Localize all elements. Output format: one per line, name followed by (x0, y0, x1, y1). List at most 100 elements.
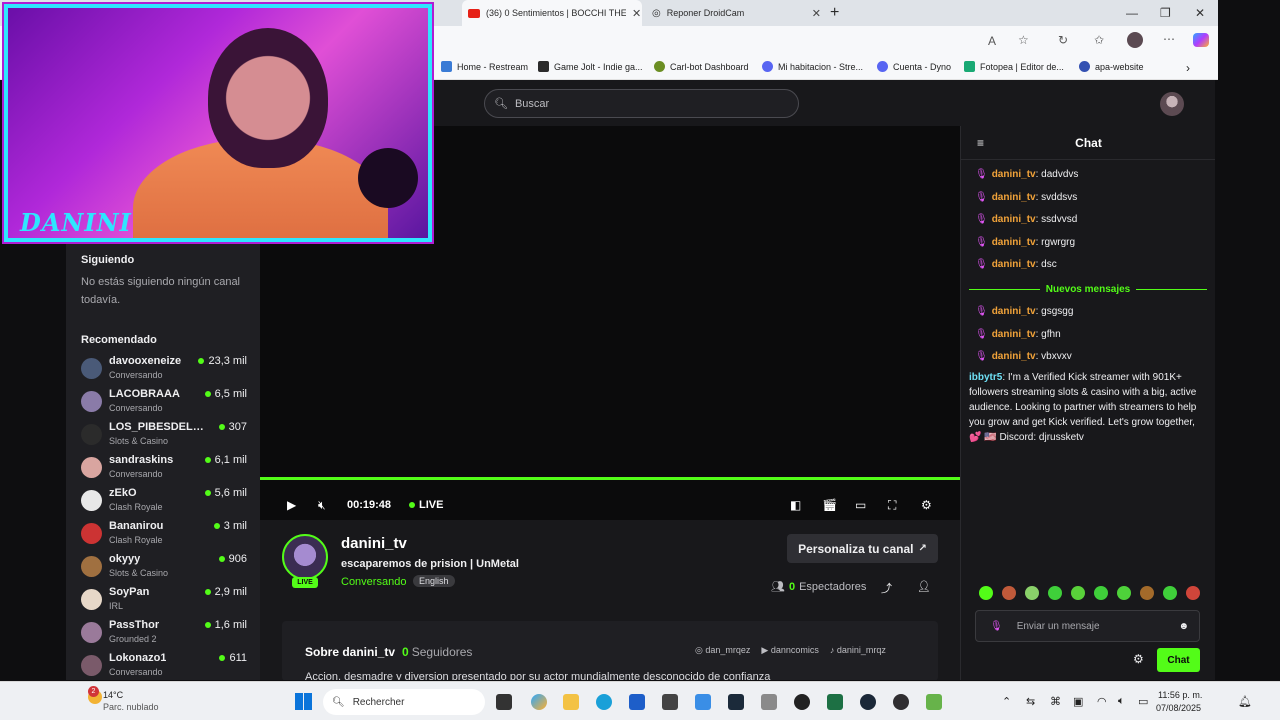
channel-avatar[interactable] (282, 534, 328, 580)
tray-overflow-icon[interactable]: ⌃ (1002, 695, 1011, 708)
emote-icon[interactable] (1140, 586, 1154, 600)
favorite-star-icon[interactable]: ☆ (1018, 33, 1029, 47)
battery-icon[interactable]: ▭ (1138, 695, 1148, 708)
user-avatar[interactable] (1160, 92, 1184, 116)
settings-gear-icon[interactable]: ⚙ (921, 498, 932, 512)
channel-name[interactable]: danini_tv (341, 535, 407, 552)
bookmark-item[interactable]: apa-website (1079, 61, 1144, 72)
cloud-icon[interactable] (695, 694, 711, 710)
copilot-app-icon[interactable] (531, 694, 547, 710)
tab-droidcam[interactable]: ◎ Reponer DroidCam ✕ (646, 0, 821, 26)
copilot-icon[interactable] (1193, 33, 1209, 47)
add-user-icon[interactable]: 👤︎ (917, 580, 931, 593)
close-tab-icon[interactable]: ✕ (812, 7, 821, 20)
customize-channel-button[interactable]: Personaliza tu canal ↗ (787, 534, 938, 563)
chat-username[interactable]: danini_tv (992, 259, 1036, 270)
android-icon[interactable] (926, 694, 942, 710)
wifi-icon[interactable]: ◠ (1097, 695, 1107, 708)
obs-icon[interactable] (893, 694, 909, 710)
file-explorer-icon[interactable] (496, 694, 512, 710)
chat-message-input[interactable]: 🎙︎ Enviar un mensaje ☻ (975, 610, 1200, 642)
maximize-icon[interactable]: ❐ (1160, 6, 1171, 20)
chevron-right-icon[interactable]: › (1186, 61, 1190, 75)
bookmark-item[interactable]: Cuenta - Dyno (877, 61, 951, 72)
headphones-icon[interactable] (794, 694, 810, 710)
miniplayer-icon[interactable]: ◧ (790, 498, 801, 512)
fullscreen-icon[interactable]: ⛶ (888, 498, 896, 513)
chat-username[interactable]: danini_tv (992, 214, 1036, 225)
sidebar-channel-item[interactable]: zEkO Clash Royale 5,6 mil (81, 487, 253, 517)
refresh-icon[interactable]: ↻ (1058, 33, 1068, 47)
folder-icon[interactable] (563, 694, 579, 710)
chat-username[interactable]: danini_tv (992, 237, 1036, 248)
chat-username[interactable]: danini_tv (992, 306, 1036, 317)
excel-icon[interactable] (827, 694, 843, 710)
theater-mode-icon[interactable]: ▭ (855, 498, 866, 512)
tab-bocchi[interactable]: (36) 0 Sentimientos | BOCCHI THE ✕ (462, 0, 642, 26)
emote-icon[interactable] (1094, 586, 1108, 600)
bookmark-item[interactable]: Carl-bot Dashboard (654, 61, 749, 72)
tray-app-icon[interactable]: ▣ (1073, 695, 1083, 708)
share-icon[interactable]: ⤴ (881, 580, 892, 596)
microphone-icon[interactable]: 🎙︎ (990, 621, 1003, 632)
edge-icon[interactable] (596, 694, 612, 710)
language-tag[interactable]: English (413, 575, 455, 587)
live-progress-bar[interactable] (260, 477, 960, 480)
emote-icon[interactable] (1048, 586, 1062, 600)
search-input[interactable]: 🔍︎ Buscar (484, 89, 799, 118)
sidebar-channel-item[interactable]: Bananirou Clash Royale 3 mil (81, 520, 253, 550)
volume-icon[interactable]: 🔈︎ (1118, 695, 1125, 708)
sidebar-channel-item[interactable]: SoyPan IRL 2,9 mil (81, 586, 253, 616)
new-tab-button[interactable]: + (830, 0, 839, 26)
notifications-bell-icon[interactable]: 🔔︎ (1238, 695, 1252, 708)
chat-username[interactable]: danini_tv (992, 192, 1036, 203)
read-aloud-icon[interactable]: A (988, 34, 996, 48)
chat-username[interactable]: danini_tv (992, 329, 1036, 340)
weather-widget[interactable]: 2 14°C Parc. nublado (88, 686, 168, 717)
profile-avatar[interactable] (1127, 32, 1143, 48)
sidebar-channel-item[interactable]: LOS_PIBESDELPE... Slots & Casino 307 (81, 421, 253, 451)
mail-icon[interactable] (662, 694, 678, 710)
emote-icon[interactable] (1163, 586, 1177, 600)
calculator-icon[interactable] (761, 694, 777, 710)
minimize-icon[interactable]: — (1126, 6, 1138, 20)
sidebar-channel-item[interactable]: LACOBRAAA Conversando 6,5 mil (81, 388, 253, 418)
sidebar-channel-item[interactable]: PassThor Grounded 2 1,6 mil (81, 619, 253, 649)
emote-icon[interactable] (1002, 586, 1016, 600)
sidebar-channel-item[interactable]: sandraskins Conversando 6,1 mil (81, 454, 253, 484)
bookmark-item[interactable]: Game Jolt - Indie ga... (538, 61, 643, 72)
close-window-icon[interactable]: ✕ (1195, 6, 1205, 20)
windows-start-icon[interactable] (295, 693, 312, 710)
store-icon[interactable] (629, 694, 645, 710)
steam-icon[interactable] (860, 694, 876, 710)
bookmark-item[interactable]: Home - Restream (441, 61, 528, 72)
mute-icon[interactable]: 🔇︎ (318, 498, 326, 513)
bookmark-item[interactable]: Fotopea | Editor de... (964, 61, 1064, 72)
chat-username[interactable]: ibbytr5 (969, 372, 1002, 383)
chat-settings-gear-icon[interactable]: ⚙ (1133, 652, 1144, 666)
sidebar-channel-item[interactable]: okyyy Slots & Casino 906 (81, 553, 253, 583)
emote-icon[interactable] (1117, 586, 1131, 600)
play-icon[interactable]: ▶ (287, 498, 296, 512)
tray-app-icon[interactable]: ⇆ (1026, 695, 1035, 708)
more-options-icon[interactable]: ⋯ (1163, 32, 1175, 46)
tiktok-link[interactable]: ♪ danini_mrqz (830, 645, 886, 656)
clock-date[interactable]: 07/08/2025 (1156, 703, 1201, 713)
live-indicator[interactable]: LIVE (409, 499, 443, 511)
sidebar-channel-item[interactable]: davooxeneize Conversando 23,3 mil (81, 355, 253, 385)
instagram-link[interactable]: ◎ dan_mrqez (695, 645, 750, 656)
youtube-link[interactable]: ▶ danncomics (761, 645, 818, 656)
tray-app-icon[interactable]: ⌘ (1050, 695, 1061, 708)
terminal-icon[interactable] (728, 694, 744, 710)
favorites-icon[interactable]: ✩ (1094, 33, 1104, 47)
sidebar-channel-item[interactable]: Lokonazo1 Conversando 611 (81, 652, 253, 680)
taskbar-search-input[interactable]: 🔍︎ Rechercher (323, 689, 485, 715)
clip-icon[interactable]: 🎬︎ (822, 498, 837, 512)
chat-username[interactable]: danini_tv (992, 351, 1036, 362)
emote-icon[interactable] (979, 586, 993, 600)
send-chat-button[interactable]: Chat (1157, 648, 1200, 672)
close-tab-icon[interactable]: ✕ (632, 7, 641, 20)
bookmark-item[interactable]: Mi habitacion - Stre... (762, 61, 863, 72)
emote-icon[interactable] (1025, 586, 1039, 600)
emote-icon[interactable] (1071, 586, 1085, 600)
